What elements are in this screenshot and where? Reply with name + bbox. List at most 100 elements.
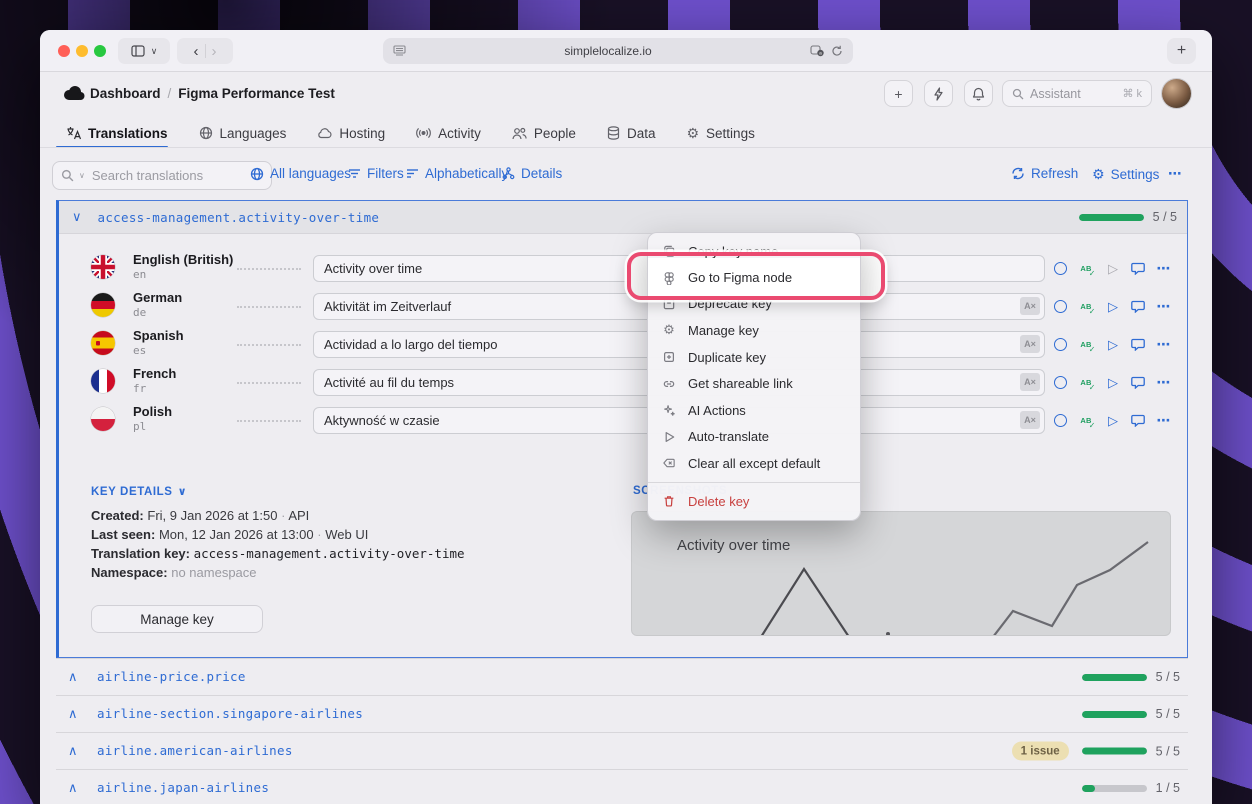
flag-germany: [91, 293, 115, 317]
cloud-icon: [317, 127, 332, 139]
comment-icon[interactable]: [1130, 298, 1146, 314]
search-translations-field[interactable]: ∨: [52, 161, 272, 190]
row-more-icon[interactable]: ⋯: [1156, 336, 1172, 352]
search-icon: [61, 169, 74, 182]
sidebar-toggle-button[interactable]: ∨: [118, 38, 170, 64]
sort-button[interactable]: Alphabetically: [406, 166, 508, 181]
row-more-icon[interactable]: ⋯: [1156, 374, 1172, 390]
user-avatar[interactable]: [1162, 79, 1191, 108]
tab-translations[interactable]: Translations: [66, 126, 168, 141]
chevron-up-icon[interactable]: ∧: [68, 706, 78, 722]
notifications-button[interactable]: [964, 80, 993, 107]
menu-item-go-to-figma-node[interactable]: Go to Figma node: [648, 258, 860, 298]
close-window-button[interactable]: [58, 45, 70, 57]
menu-item-clear-all-except-default[interactable]: Clear all except default: [648, 450, 860, 477]
search-translations-input[interactable]: [90, 167, 240, 184]
spellcheck-icon[interactable]: AB: [1078, 260, 1094, 276]
tab-activity[interactable]: Activity: [416, 126, 481, 141]
history-nav: ‹ ›: [177, 38, 233, 64]
more-options-button[interactable]: ⋯: [1168, 166, 1182, 182]
broadcast-icon: [416, 127, 431, 139]
status-circle-icon[interactable]: [1052, 412, 1068, 428]
spellcheck-icon[interactable]: AB: [1078, 298, 1094, 314]
menu-item-duplicate-key[interactable]: Duplicate key: [648, 344, 860, 371]
reader-icon[interactable]: [393, 45, 406, 57]
quick-actions-button[interactable]: [924, 80, 953, 107]
reload-icon[interactable]: [831, 45, 843, 57]
flag-spain: [91, 331, 115, 355]
details-button[interactable]: Details: [502, 166, 562, 181]
issue-badge[interactable]: 1 issue: [1012, 742, 1069, 761]
chevron-down-icon: ∨: [79, 171, 85, 180]
zoom-window-button[interactable]: [94, 45, 106, 57]
comment-icon[interactable]: [1130, 374, 1146, 390]
forward-button[interactable]: ›: [212, 43, 217, 60]
filters-button[interactable]: Filters: [348, 166, 404, 181]
row-more-icon[interactable]: ⋯: [1156, 412, 1172, 428]
screenshot-preview[interactable]: Activity over time: [631, 511, 1171, 636]
chevron-up-icon[interactable]: ∧: [68, 743, 78, 759]
back-button[interactable]: ‹: [194, 43, 199, 60]
tab-data[interactable]: Data: [607, 126, 656, 141]
all-languages-filter[interactable]: All languages: [250, 166, 351, 181]
menu-item-ai-actions[interactable]: AI Actions: [648, 397, 860, 424]
auto-translate-icon[interactable]: ▷: [1105, 260, 1121, 276]
chevron-up-icon[interactable]: ∧: [68, 669, 78, 685]
screenshot-chart: [632, 512, 1171, 636]
key-row-japan-airlines[interactable]: ∧ airline.japan-airlines 1 / 5: [56, 769, 1188, 804]
auto-translate-icon[interactable]: ▷: [1105, 374, 1121, 390]
spellcheck-icon[interactable]: AB: [1078, 374, 1094, 390]
minimize-window-button[interactable]: [76, 45, 88, 57]
translate-page-icon[interactable]: a: [810, 45, 824, 57]
search-icon: [1012, 88, 1024, 100]
spellcheck-icon[interactable]: AB: [1078, 336, 1094, 352]
tab-settings[interactable]: ⚙ Settings: [686, 125, 754, 142]
chevron-up-icon[interactable]: ∧: [68, 780, 78, 796]
key-row-header[interactable]: ∨ access-management.activity-over-time 5…: [59, 201, 1187, 234]
translation-key-name[interactable]: access-management.activity-over-time: [98, 210, 380, 225]
status-circle-icon[interactable]: [1052, 374, 1068, 390]
menu-separator: [648, 482, 860, 483]
breadcrumb-project[interactable]: Dashboard: [90, 86, 161, 101]
app-logo: [62, 85, 85, 101]
status-circle-icon[interactable]: [1052, 260, 1068, 276]
menu-item-get-shareable-link[interactable]: Get shareable link: [648, 370, 860, 397]
plus-square-icon: [661, 350, 677, 364]
refresh-button[interactable]: Refresh: [1011, 166, 1078, 181]
progress-bar: [1082, 674, 1147, 681]
add-button[interactable]: +: [884, 80, 913, 107]
tab-languages[interactable]: Languages: [199, 126, 287, 141]
comment-icon[interactable]: [1130, 336, 1146, 352]
tab-hosting[interactable]: Hosting: [317, 126, 385, 141]
settings-button[interactable]: ⚙ Settings: [1092, 166, 1159, 183]
status-circle-icon[interactable]: [1052, 298, 1068, 314]
menu-item-manage-key[interactable]: ⚙ Manage key: [648, 317, 860, 344]
tab-people[interactable]: People: [512, 126, 576, 141]
assistant-search[interactable]: Assistant ⌘ k: [1002, 80, 1152, 107]
row-more-icon[interactable]: ⋯: [1156, 260, 1172, 276]
comment-icon[interactable]: [1130, 412, 1146, 428]
hierarchy-icon: [502, 167, 515, 180]
key-row-airline-section[interactable]: ∧ airline-section.singapore-airlines 5 /…: [56, 695, 1188, 732]
comment-icon[interactable]: [1130, 260, 1146, 276]
auto-translate-icon[interactable]: ▷: [1105, 298, 1121, 314]
chevron-down-icon[interactable]: ∨: [72, 209, 82, 225]
chevron-down-icon: ∨: [151, 46, 158, 57]
key-row-airline-price[interactable]: ∧ airline-price.price 5 / 5: [56, 658, 1188, 695]
row-more-icon[interactable]: ⋯: [1156, 298, 1172, 314]
progress-bar: [1082, 711, 1147, 718]
spellcheck-icon[interactable]: AB: [1078, 412, 1094, 428]
menu-item-auto-translate[interactable]: Auto-translate: [648, 424, 860, 451]
key-row-american-airlines[interactable]: ∧ airline.american-airlines 1 issue 5 / …: [56, 732, 1188, 769]
menu-item-delete-key[interactable]: Delete key: [648, 488, 860, 515]
sparkles-icon: [661, 403, 677, 417]
key-details-toggle[interactable]: KEY DETAILS ∨: [91, 485, 187, 498]
address-bar[interactable]: simplelocalize.io a: [383, 38, 853, 64]
language-row-pl: Polish pl A× AB ▷ ⋯: [59, 407, 1187, 434]
auto-translate-icon[interactable]: ▷: [1105, 336, 1121, 352]
new-tab-button[interactable]: +: [1167, 38, 1196, 64]
auto-translate-icon[interactable]: ▷: [1105, 412, 1121, 428]
status-circle-icon[interactable]: [1052, 336, 1068, 352]
clear-icon: [661, 456, 677, 470]
manage-key-button[interactable]: Manage key: [91, 605, 263, 633]
